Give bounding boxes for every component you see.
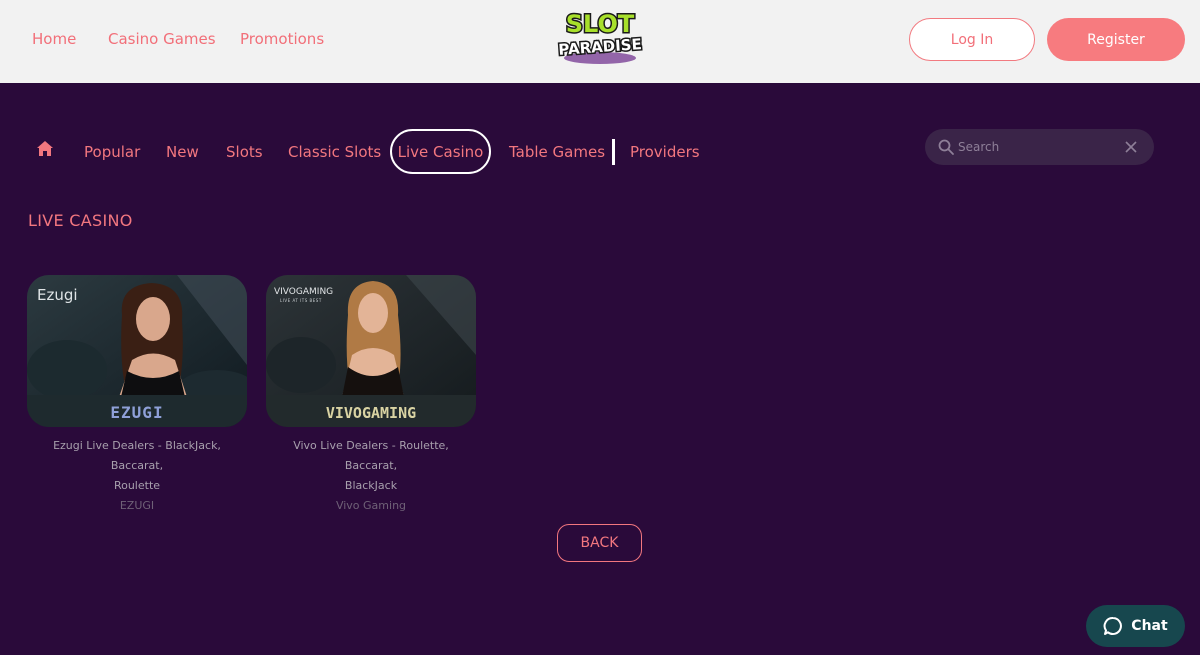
- login-button[interactable]: Log In: [909, 18, 1035, 61]
- home-icon[interactable]: [36, 140, 54, 158]
- nav-casino-games[interactable]: Casino Games: [108, 30, 216, 48]
- brand-logo: VIVOGAMING: [274, 287, 333, 297]
- chat-label: Chat: [1131, 618, 1168, 634]
- search-icon: [938, 139, 954, 155]
- site-header: Home Casino Games Promotions SLOT PARADI…: [0, 0, 1200, 83]
- caption-line: Roulette: [113, 479, 161, 492]
- tab-new[interactable]: New: [166, 143, 199, 161]
- caption-line: Vivo Live Dealers - Roulette, Baccarat,: [293, 439, 449, 472]
- close-icon[interactable]: [1124, 140, 1138, 154]
- game-provider: EZUGI: [119, 499, 155, 512]
- chat-button[interactable]: Chat: [1086, 605, 1185, 647]
- card-banner: EZUGI: [110, 403, 163, 422]
- caption-line: Ezugi Live Dealers - BlackJack, Baccarat…: [53, 439, 221, 472]
- caption-line: BlackJack: [344, 479, 398, 492]
- tab-table-games[interactable]: Table Games: [509, 143, 605, 161]
- game-thumbnail[interactable]: VIVOGAMING LIVE AT ITS BEST VIVOGAMING: [266, 275, 476, 427]
- nav-home[interactable]: Home: [32, 30, 76, 48]
- tab-classic-slots[interactable]: Classic Slots: [288, 143, 381, 161]
- chat-bubble-icon: [1103, 617, 1123, 635]
- game-caption: Vivo Live Dealers - Roulette, Baccarat, …: [266, 436, 476, 496]
- search-box: [925, 129, 1154, 165]
- dealer-image: Ezugi EZUGI: [27, 275, 247, 427]
- card-banner: VIVOGAMING: [326, 404, 416, 422]
- nav-divider: [612, 139, 615, 165]
- register-button[interactable]: Register: [1047, 18, 1185, 61]
- tab-live-casino[interactable]: Live Casino: [390, 129, 491, 174]
- game-card-ezugi[interactable]: Ezugi EZUGI Ezugi Live Dealers - BlackJa…: [27, 275, 247, 516]
- tab-popular[interactable]: Popular: [84, 143, 140, 161]
- back-button[interactable]: BACK: [557, 524, 642, 562]
- logo-text-top: SLOT: [566, 10, 635, 38]
- nav-promotions[interactable]: Promotions: [240, 30, 324, 48]
- game-card-vivogaming[interactable]: VIVOGAMING LIVE AT ITS BEST VIVOGAMING V…: [266, 275, 476, 516]
- game-provider: Vivo Gaming: [335, 499, 407, 512]
- search-input[interactable]: [958, 138, 1108, 156]
- slot-paradise-logo[interactable]: SLOT PARADISE: [547, 6, 653, 66]
- game-caption: Ezugi Live Dealers - BlackJack, Baccarat…: [27, 436, 247, 496]
- section-title: LIVE CASINO: [28, 211, 133, 230]
- tab-providers[interactable]: Providers: [630, 143, 700, 161]
- brand-logo: Ezugi: [37, 286, 78, 304]
- tab-slots[interactable]: Slots: [226, 143, 263, 161]
- dealer-image: VIVOGAMING LIVE AT ITS BEST VIVOGAMING: [266, 275, 476, 427]
- game-thumbnail[interactable]: Ezugi EZUGI: [27, 275, 247, 427]
- brand-tagline: LIVE AT ITS BEST: [280, 298, 322, 303]
